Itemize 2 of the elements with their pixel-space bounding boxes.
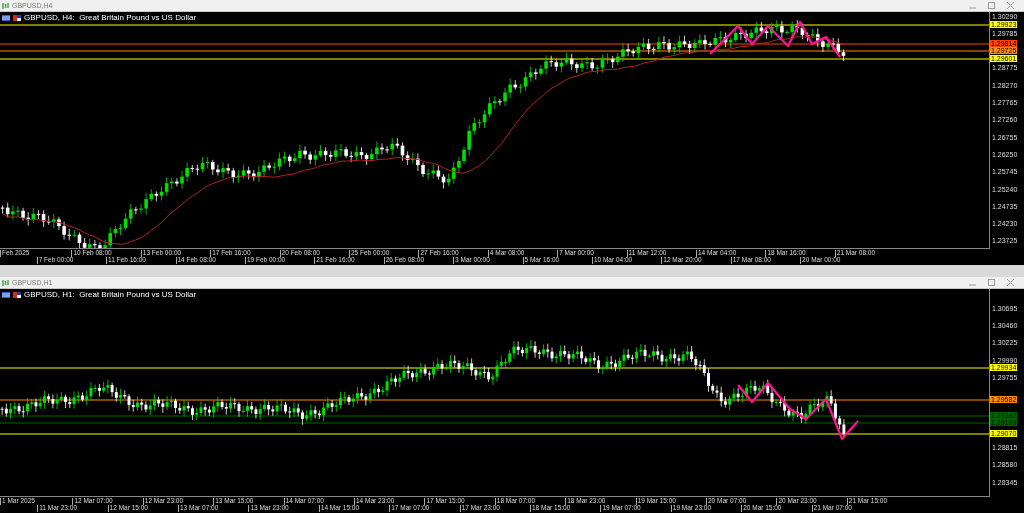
chart-header: GBPUSD, H1: Great Britain Pound vs US Dollar [24,291,197,299]
chart-header: GBPUSD, H4: Great Britain Pound vs US Dollar [24,14,197,22]
